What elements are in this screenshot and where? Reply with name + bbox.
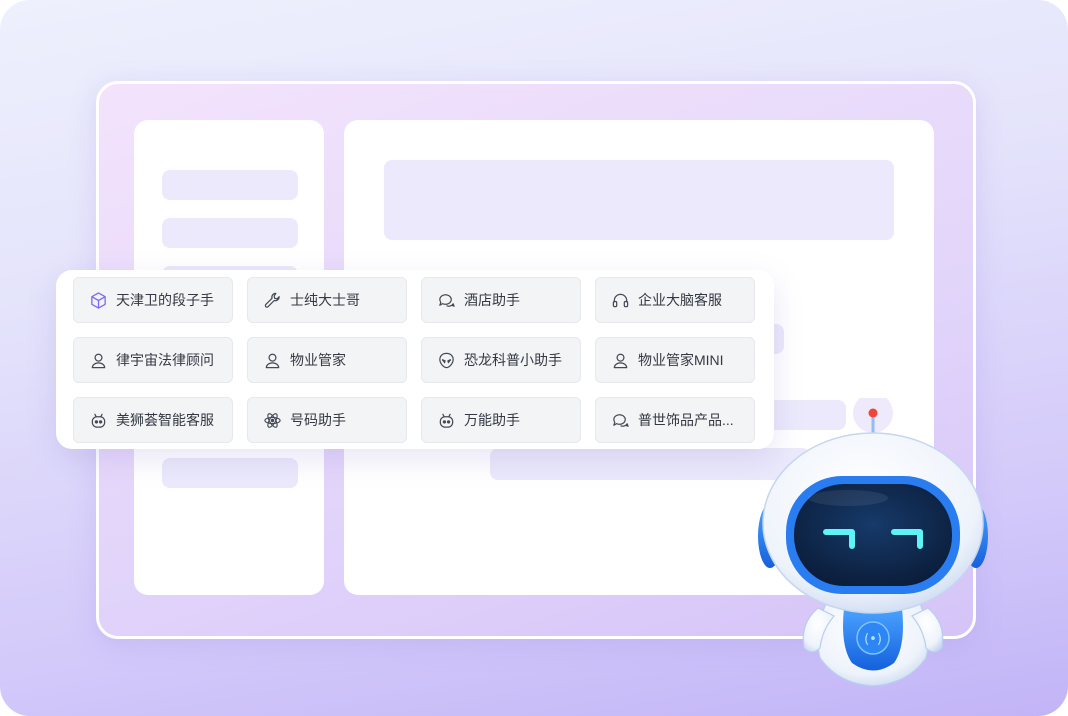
menu-item-number-helper[interactable]: 号码助手 [247, 397, 407, 443]
menu-item-label: 美狮荟智能客服 [116, 412, 214, 428]
menu-item-label: 士纯大士哥 [290, 292, 360, 308]
menu-item-label: 普世饰品产品... [638, 412, 734, 428]
menu-item-enterprise-service[interactable]: 企业大脑客服 [595, 277, 755, 323]
alien-icon [436, 350, 456, 370]
robot-head-icon [436, 410, 456, 430]
chat-bubbles-icon [610, 410, 630, 430]
menu-item-shichun[interactable]: 士纯大士哥 [247, 277, 407, 323]
sidebar-placeholder-bar [162, 458, 298, 488]
menu-item-tianjin-joker[interactable]: 天津卫的段子手 [73, 277, 233, 323]
person-icon [88, 350, 108, 370]
content-placeholder-header [384, 160, 894, 240]
menu-item-legal-advisor[interactable]: 律宇宙法律顾问 [73, 337, 233, 383]
sidebar-placeholder-bar [162, 218, 298, 248]
headset-icon [610, 290, 630, 310]
menu-item-label: 天津卫的段子手 [116, 292, 214, 308]
cube-icon [88, 290, 108, 310]
chat-bubbles-icon [436, 290, 456, 310]
wrench-icon [262, 290, 282, 310]
menu-item-label: 律宇宙法律顾问 [116, 352, 214, 368]
atom-icon [262, 410, 282, 430]
menu-item-label: 万能助手 [464, 412, 520, 428]
menu-item-property-butler[interactable]: 物业管家 [247, 337, 407, 383]
menu-item-property-butler-mini[interactable]: 物业管家MINI [595, 337, 755, 383]
menu-item-label: 物业管家 [290, 352, 346, 368]
robot-head-icon [88, 410, 108, 430]
sidebar-placeholder-bar [162, 170, 298, 200]
menu-item-label: 企业大脑客服 [638, 292, 722, 308]
menu-item-hotel-assistant[interactable]: 酒店助手 [421, 277, 581, 323]
person-icon [610, 350, 630, 370]
illustration-stage: 天津卫的段子手 士纯大士哥 酒店助手 企业大脑客服 律宇宙法律顾问 物业管家 恐… [0, 0, 1068, 716]
svg-text:(•): (•) [864, 632, 882, 647]
menu-item-universal-helper[interactable]: 万能助手 [421, 397, 581, 443]
assistant-menu-card: 天津卫的段子手 士纯大士哥 酒店助手 企业大脑客服 律宇宙法律顾问 物业管家 恐… [56, 270, 774, 449]
menu-item-label: 物业管家MINI [638, 352, 724, 368]
menu-item-label: 酒店助手 [464, 292, 520, 308]
person-icon [262, 350, 282, 370]
menu-item-label: 号码助手 [290, 412, 346, 428]
menu-item-label: 恐龙科普小助手 [464, 352, 562, 368]
menu-item-jewelry-products[interactable]: 普世饰品产品... [595, 397, 755, 443]
menu-item-meishihui-service[interactable]: 美狮荟智能客服 [73, 397, 233, 443]
menu-item-dino-helper[interactable]: 恐龙科普小助手 [421, 337, 581, 383]
robot-mascot: (•) [758, 398, 988, 687]
